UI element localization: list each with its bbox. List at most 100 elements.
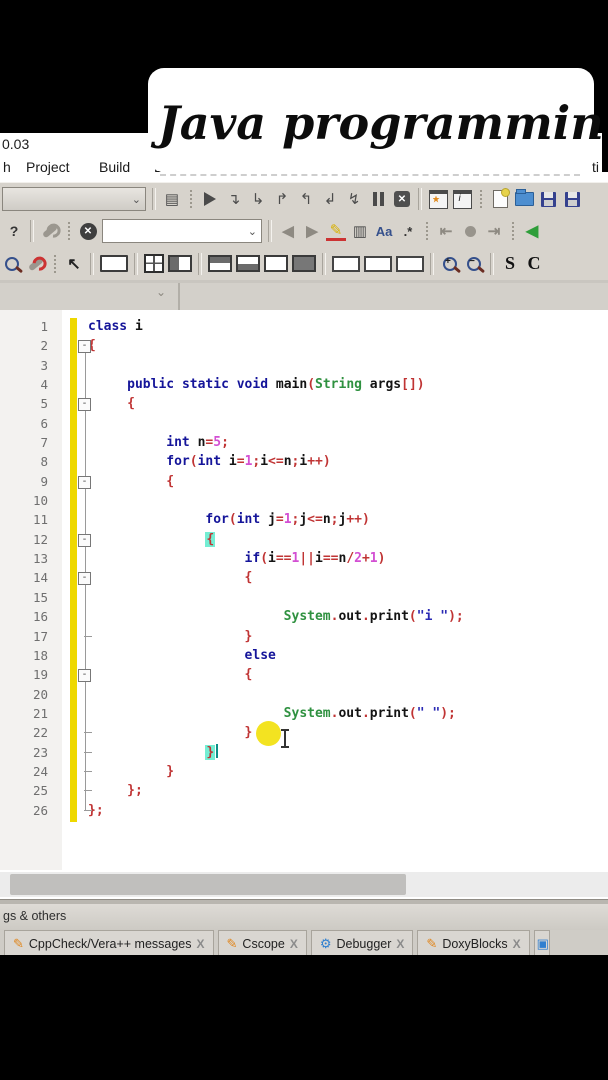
step-out-button[interactable]: ↰ <box>296 188 316 210</box>
code-line[interactable]: 4 public static void main(String args[]) <box>0 375 608 394</box>
wide-tool-1-button[interactable] <box>332 253 360 275</box>
save-button[interactable] <box>538 188 558 210</box>
log-tab-debugger[interactable]: ⚙ Debugger X <box>310 930 414 956</box>
clear-search-button[interactable]: ✕ <box>78 220 98 242</box>
scrollbar-thumb[interactable] <box>10 874 406 895</box>
toolbar-grip[interactable] <box>67 221 71 241</box>
toolbar-grip[interactable] <box>511 221 515 241</box>
fold-margin[interactable]: - <box>70 472 91 491</box>
close-icon[interactable]: X <box>197 937 205 951</box>
fold-collapse-icon[interactable]: - <box>78 398 91 412</box>
debugging-windows-button[interactable] <box>428 188 448 210</box>
code-line[interactable]: 17 } <box>0 627 608 646</box>
code-line[interactable]: 7 int n=5; <box>0 433 608 452</box>
code-line[interactable]: 25 }; <box>0 781 608 800</box>
log-tab-partial[interactable]: ▣ <box>533 930 550 956</box>
code-line[interactable]: 9 - { <box>0 472 608 491</box>
wide-tool-3-button[interactable] <box>396 253 424 275</box>
script-icon[interactable]: ▤ <box>162 188 182 210</box>
panel-top-button[interactable] <box>208 253 232 275</box>
help-button[interactable]: ? <box>4 220 24 242</box>
panel-bottom-button[interactable] <box>236 253 260 275</box>
code-line[interactable]: 26}; <box>0 801 608 820</box>
menu-project[interactable]: Project <box>26 159 70 175</box>
code-line[interactable]: 13 if(i==1||i==n/2+1) <box>0 549 608 568</box>
incremental-search-combobox[interactable]: ⌄ <box>102 219 262 243</box>
code-line[interactable]: 22 } <box>0 723 608 742</box>
c-tool-button[interactable]: C <box>524 253 544 275</box>
step-into-instruction-button[interactable]: ↯ <box>344 188 364 210</box>
code-line[interactable]: 5 - { <box>0 394 608 413</box>
stop-debugger-button[interactable]: ✕ <box>392 188 412 210</box>
settings-wrench-button[interactable] <box>40 220 60 242</box>
debug-target-combobox[interactable]: ⌄ <box>2 187 146 211</box>
log-tab-cscope[interactable]: ✎ Cscope X <box>217 930 307 956</box>
code-line[interactable]: 21 System.out.print(" "); <box>0 704 608 723</box>
selected-to-search-button[interactable]: ▥ <box>350 220 370 242</box>
close-icon[interactable]: X <box>396 937 404 951</box>
fold-collapse-icon[interactable]: - <box>78 533 91 547</box>
close-icon[interactable]: X <box>513 937 521 951</box>
pointer-tool-button[interactable]: ↖ <box>64 253 84 275</box>
code-line[interactable]: 19 - { <box>0 665 608 684</box>
fold-margin[interactable]: - <box>70 530 91 549</box>
half-grid-tool-button[interactable] <box>168 253 192 275</box>
zoom-out-button[interactable]: − <box>464 253 484 275</box>
grid-tool-button[interactable] <box>144 253 164 275</box>
open-file-button[interactable] <box>514 188 534 210</box>
s-tool-button[interactable]: S <box>500 253 520 275</box>
match-case-button[interactable]: Aa <box>374 220 394 242</box>
search-next-button[interactable]: ▶ <box>302 220 322 242</box>
jump-back-button[interactable]: ◀ <box>522 220 542 242</box>
menu-search-fragment[interactable]: h <box>3 159 11 175</box>
code-line[interactable]: 14 - { <box>0 568 608 587</box>
panel-center-button[interactable] <box>264 253 288 275</box>
code-line[interactable]: 11 for(int j=1;j<=n;j++) <box>0 510 608 529</box>
close-icon[interactable]: X <box>290 937 298 951</box>
next-instruction-button[interactable]: ↲ <box>320 188 340 210</box>
code-line[interactable]: 20 <box>0 685 608 704</box>
menu-build[interactable]: Build <box>99 159 130 175</box>
run-to-cursor-button[interactable]: ↴ <box>224 188 244 210</box>
code-line[interactable]: 2-{ <box>0 336 608 355</box>
prev-bookmark-button[interactable]: ⇤ <box>436 220 456 242</box>
toggle-bookmark-button[interactable] <box>460 220 480 242</box>
panel-fill-button[interactable] <box>292 253 316 275</box>
code-line[interactable]: 1 class i <box>0 317 608 336</box>
code-line[interactable]: 24 } <box>0 762 608 781</box>
log-tab-doxyblocks[interactable]: ✎ DoxyBlocks X <box>417 930 530 956</box>
search-prev-button[interactable]: ◀ <box>278 220 298 242</box>
debug-continue-button[interactable] <box>200 188 220 210</box>
various-info-button[interactable] <box>452 188 472 210</box>
code-line[interactable]: 3 <box>0 356 608 375</box>
chevron-down-icon[interactable]: ⌄ <box>156 285 166 299</box>
fold-collapse-icon[interactable]: - <box>78 669 91 683</box>
fold-margin[interactable]: - <box>70 568 91 587</box>
fold-margin[interactable]: - <box>70 394 91 413</box>
fold-collapse-icon[interactable]: - <box>78 572 91 586</box>
fold-collapse-icon[interactable]: - <box>78 475 91 489</box>
code-line[interactable]: 10 <box>0 491 608 510</box>
horizontal-scrollbar[interactable] <box>0 872 608 897</box>
code-line[interactable]: 6 <box>0 414 608 433</box>
wide-tool-2-button[interactable] <box>364 253 392 275</box>
step-into-button[interactable]: ↱ <box>272 188 292 210</box>
break-debugger-button[interactable] <box>368 188 388 210</box>
fold-collapse-icon[interactable]: - <box>78 340 91 354</box>
highlight-occurrences-button[interactable]: ✎ <box>326 222 346 241</box>
code-line[interactable]: 23 } <box>0 743 608 762</box>
next-bookmark-button[interactable]: ⇥ <box>484 220 504 242</box>
code-line[interactable]: 18 else <box>0 646 608 665</box>
fold-margin[interactable]: - <box>70 665 91 684</box>
fold-margin[interactable]: - <box>70 336 91 355</box>
code-editor[interactable]: 1 class i 2 - {3 4 public static void main(St… <box>0 310 608 870</box>
frame-tool-button[interactable] <box>100 253 128 275</box>
regex-button[interactable]: .* <box>398 220 418 242</box>
next-line-button[interactable]: ↳ <box>248 188 268 210</box>
toolbar-grip[interactable] <box>425 221 429 241</box>
toolbar-grip[interactable] <box>189 189 193 209</box>
toolbar-grip[interactable] <box>479 189 483 209</box>
code-line[interactable]: 12 - { <box>0 530 608 549</box>
save-all-button[interactable] <box>562 188 582 210</box>
log-tab-cppcheck-vera-messages[interactable]: ✎ CppCheck/Vera++ messages X <box>4 930 214 956</box>
